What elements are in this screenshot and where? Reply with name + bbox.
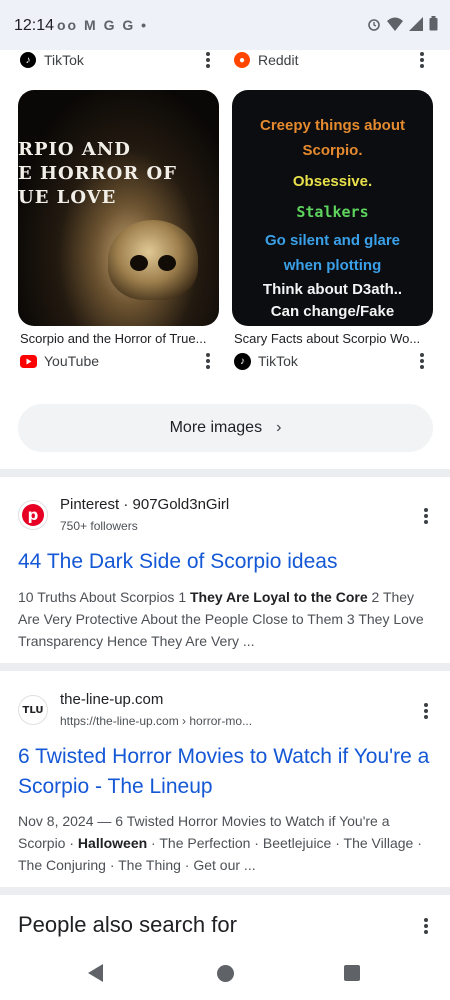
image-result-scorpio-facts[interactable]: Creepy things about Scorpio. Obsessive. … bbox=[232, 90, 433, 326]
snippet-text: 10 Truths About Scorpios 1 bbox=[18, 589, 190, 605]
skull-image bbox=[108, 220, 198, 300]
more-options-button[interactable] bbox=[416, 916, 436, 936]
home-icon[interactable] bbox=[217, 965, 234, 982]
result-title-link[interactable]: 44 The Dark Side of Scorpio ideas bbox=[18, 547, 438, 577]
snippet-bold-text: They Are Loyal to the Core bbox=[190, 589, 368, 605]
pinterest-icon: p bbox=[18, 500, 48, 530]
image-caption[interactable]: Scary Facts about Scorpio Wo... bbox=[234, 331, 432, 346]
more-images-button[interactable]: More images › bbox=[18, 404, 433, 452]
more-options-button[interactable] bbox=[198, 351, 218, 371]
result-url: https://the-line-up.com › horror-mo... bbox=[60, 714, 253, 728]
google-icon: G bbox=[103, 17, 117, 33]
dot-icon: • bbox=[141, 17, 149, 33]
alarm-icon bbox=[368, 18, 380, 31]
section-divider bbox=[0, 663, 450, 671]
section-divider bbox=[0, 469, 450, 477]
more-options-button[interactable] bbox=[198, 50, 218, 70]
back-icon[interactable] bbox=[88, 964, 103, 982]
tiktok-icon: ♪ bbox=[20, 52, 36, 68]
voicemail-icon: oo bbox=[57, 17, 79, 33]
image-caption[interactable]: Scorpio and the Horror of True... bbox=[20, 331, 218, 346]
result-snippet: Nov 8, 2024 — 6 Twisted Horror Movies to… bbox=[18, 810, 436, 876]
source-reddit[interactable]: ● Reddit bbox=[234, 50, 298, 70]
google-icon: G bbox=[122, 17, 136, 33]
source-tiktok[interactable]: ♪ TikTok bbox=[20, 50, 84, 70]
image-text-line: UE LOVE bbox=[18, 187, 117, 208]
result-title-link[interactable]: 6 Twisted Horror Movies to Watch if You'… bbox=[18, 742, 438, 802]
youtube-icon bbox=[20, 354, 37, 368]
status-time: 12:14 bbox=[14, 17, 55, 34]
source-label: YouTube bbox=[44, 353, 100, 369]
more-options-button[interactable] bbox=[416, 506, 436, 526]
snippet-bold-text: Halloween bbox=[77, 835, 148, 851]
tiktok-icon: ♪ bbox=[234, 352, 251, 370]
more-options-button[interactable] bbox=[416, 701, 436, 721]
image-result-skull[interactable]: RPIO AND E HORROR OF UE LOVE bbox=[18, 90, 219, 326]
result-site-name[interactable]: Pinterest · 907Gold3nGirl bbox=[60, 496, 229, 513]
source-label: TikTok bbox=[258, 353, 298, 369]
signal-icon bbox=[409, 16, 423, 31]
image-text-line: RPIO AND bbox=[18, 139, 131, 160]
more-options-button[interactable] bbox=[412, 351, 432, 371]
image-text-line: Obsessive. bbox=[292, 173, 373, 190]
skull-eye bbox=[158, 255, 176, 271]
chevron-right-icon: › bbox=[276, 419, 282, 436]
image-text-line: Stalkers bbox=[296, 203, 369, 221]
gmail-icon: M bbox=[84, 17, 98, 33]
people-also-search-heading: People also search for bbox=[18, 912, 237, 937]
more-images-label: More images bbox=[169, 419, 263, 436]
reddit-icon: ● bbox=[234, 52, 250, 68]
svg-text:p: p bbox=[28, 506, 39, 524]
system-icons bbox=[367, 16, 438, 31]
image-text-line: Can change/Fake bbox=[270, 303, 395, 320]
source-label: TikTok bbox=[44, 52, 84, 68]
notification-icons: oo M G G • bbox=[57, 17, 148, 33]
result-site-name[interactable]: the-line-up.com bbox=[60, 691, 163, 708]
image-text-line: Creepy things about bbox=[259, 117, 405, 134]
image-text-line: when plotting bbox=[283, 257, 382, 274]
source-tiktok[interactable]: ♪ TikTok bbox=[234, 352, 298, 370]
more-options-button[interactable] bbox=[412, 50, 432, 70]
recent-apps-icon[interactable] bbox=[344, 965, 360, 981]
image-text-line: Go silent and glare bbox=[264, 232, 401, 249]
source-youtube[interactable]: YouTube bbox=[20, 352, 99, 370]
navigation-bar bbox=[0, 950, 450, 1000]
image-text-line: Think about D3ath.. bbox=[262, 281, 403, 298]
wifi-icon bbox=[387, 17, 403, 31]
result-snippet: 10 Truths About Scorpios 1 They Are Loya… bbox=[18, 586, 436, 652]
status-bar: 12:14 oo M G G • bbox=[0, 0, 450, 50]
skull-eye bbox=[130, 255, 148, 271]
image-text-line: E HORROR OF bbox=[18, 163, 177, 184]
site-icon-text: TLU bbox=[22, 704, 44, 716]
battery-icon bbox=[429, 16, 438, 31]
the-line-up-icon: TLU bbox=[18, 695, 48, 725]
source-label: Reddit bbox=[258, 52, 299, 68]
image-text-line: Scorpio. bbox=[302, 142, 363, 159]
section-divider bbox=[0, 887, 450, 895]
result-site-subtitle: 750+ followers bbox=[60, 519, 138, 533]
image-text: RPIO AND E HORROR OF UE LOVE bbox=[18, 138, 177, 210]
